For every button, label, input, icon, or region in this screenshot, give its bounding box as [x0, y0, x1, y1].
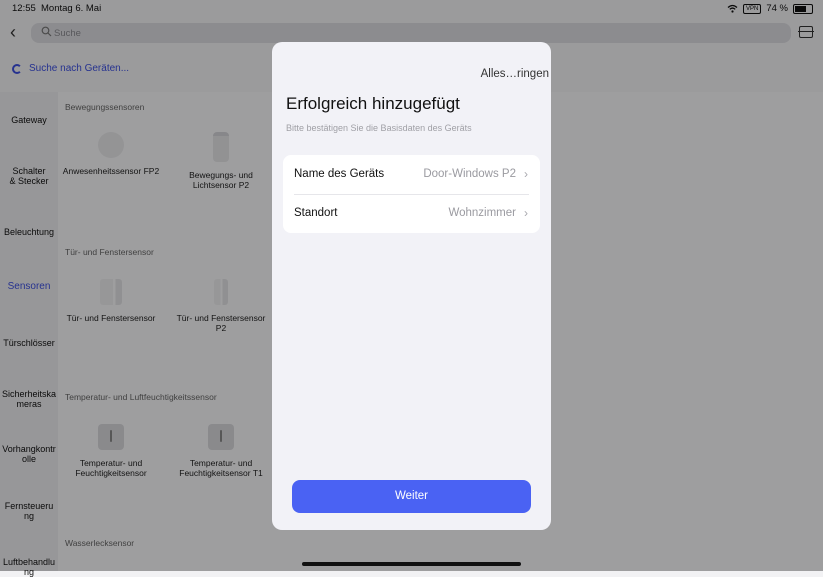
chevron-right-icon: ›	[524, 206, 528, 220]
location-row[interactable]: Standort Wohnzimmer ›	[283, 194, 540, 233]
device-name-value: Door-Windows P2	[423, 168, 516, 180]
device-name-label: Name des Geräts	[294, 168, 385, 180]
next-button[interactable]: Weiter	[292, 480, 531, 513]
dialog-subtitle: Bitte bestätigen Sie die Basisdaten des …	[286, 123, 472, 133]
device-info-card: Name des Geräts Door-Windows P2 › Stando…	[283, 155, 540, 233]
location-label: Standort	[294, 207, 338, 219]
dialog-top-text[interactable]: Alles…ringen	[481, 68, 549, 80]
chevron-right-icon: ›	[524, 167, 528, 181]
dialog-title: Erfolgreich hinzugefügt	[286, 94, 460, 113]
device-name-row[interactable]: Name des Geräts Door-Windows P2 ›	[283, 155, 540, 195]
home-indicator[interactable]	[302, 562, 521, 566]
success-dialog: Alles…ringen Erfolgreich hinzugefügt Bit…	[272, 42, 551, 530]
location-value: Wohnzimmer	[448, 207, 516, 219]
